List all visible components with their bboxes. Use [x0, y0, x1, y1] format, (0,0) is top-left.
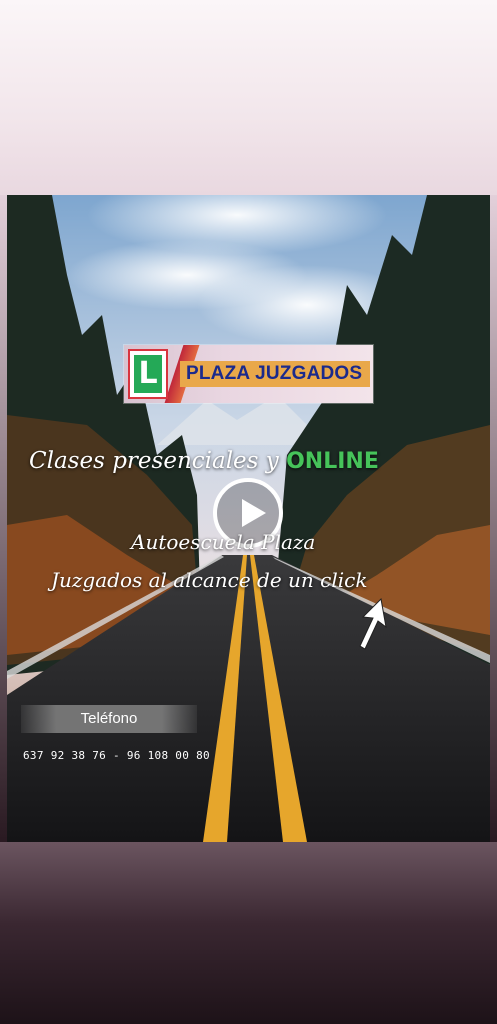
phone-label-bar: Teléfono: [21, 705, 197, 733]
status-area: [0, 0, 497, 195]
headline: Clases presenciales y ONLINE: [29, 448, 379, 474]
logo-title: PLAZA JUZGADOS: [186, 363, 363, 384]
learner-plate-letter: L: [134, 355, 162, 393]
headline-text: Clases presenciales y: [29, 448, 287, 474]
phone-label: Teléfono: [80, 710, 138, 727]
tagline-line-2: Juzgados al alcance de un click: [51, 568, 368, 592]
logo-title-bar: PLAZA JUZGADOS: [180, 361, 370, 387]
brand-logo: L PLAZA JUZGADOS: [124, 345, 373, 403]
learner-plate-icon: L: [128, 349, 168, 399]
pointer-arrow-icon: [359, 597, 387, 650]
headline-highlight: ONLINE: [286, 449, 379, 474]
play-icon: [242, 499, 266, 527]
bottom-area: [0, 842, 497, 1024]
tagline-line-1: Autoescuela Plaza: [131, 530, 316, 554]
phone-numbers[interactable]: 637 92 38 76 - 96 108 00 80: [23, 749, 210, 762]
story-post[interactable]: L PLAZA JUZGADOS Clases presenciales y O…: [7, 195, 490, 842]
